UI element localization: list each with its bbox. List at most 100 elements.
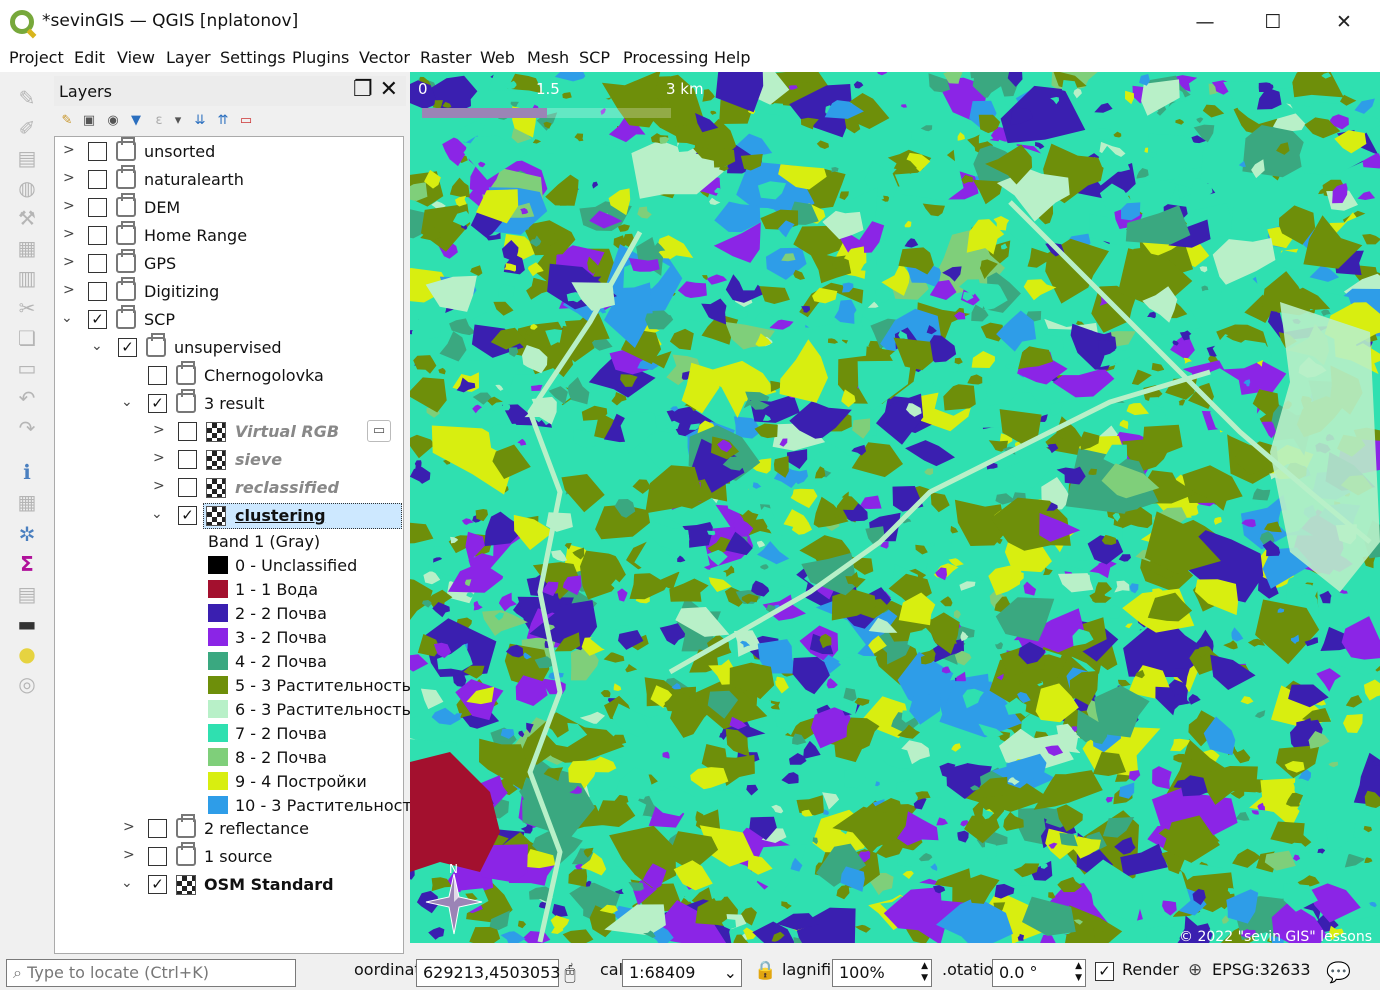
- close-window-button[interactable]: ✕: [1321, 6, 1367, 38]
- tree-row-clustering[interactable]: ⌄ ✓ clustering: [55, 503, 403, 529]
- menu-vector[interactable]: Vector: [359, 48, 410, 67]
- map-tips-icon[interactable]: ◎: [14, 672, 40, 696]
- settings-gear-icon[interactable]: ✲: [14, 522, 40, 546]
- expand-all-icon[interactable]: ⇊: [191, 113, 209, 131]
- scale-combobox[interactable]: 1:68409 ⌄: [622, 959, 742, 987]
- map-canvas[interactable]: 0 1.5 3 km N © 2022 "sevin GIS" lessons: [410, 72, 1380, 943]
- tree-row-chernogolovka[interactable]: Chernogolovka: [55, 361, 403, 389]
- menu-project[interactable]: Project: [9, 48, 64, 67]
- dropdown-icon[interactable]: ▾: [169, 113, 187, 131]
- layer-checkbox[interactable]: [88, 142, 107, 161]
- layer-checkbox[interactable]: [178, 422, 197, 441]
- attribute-table-icon[interactable]: ▦: [14, 490, 40, 514]
- float-panel-icon[interactable]: ❐: [353, 77, 373, 102]
- identify-icon[interactable]: ℹ: [14, 460, 40, 484]
- delete-icon[interactable]: ▥: [14, 266, 40, 290]
- collapse-all-icon[interactable]: ⇈: [214, 113, 232, 131]
- layer-checkbox[interactable]: [88, 198, 107, 217]
- cut-icon[interactable]: ✂: [14, 296, 40, 320]
- chevron-down-icon[interactable]: ⌄: [121, 394, 135, 410]
- layer-checkbox[interactable]: [178, 450, 197, 469]
- layer-checkbox[interactable]: [148, 366, 167, 385]
- spinner-arrows-icon[interactable]: ▲ ▼: [1075, 960, 1082, 984]
- measure-icon[interactable]: ▬: [14, 612, 40, 636]
- layer-checkbox[interactable]: [88, 282, 107, 301]
- menu-layer[interactable]: Layer: [166, 48, 211, 67]
- tree-row-virtual-rgb[interactable]: > Virtual RGB ▭: [55, 419, 403, 445]
- layer-checkbox[interactable]: [178, 478, 197, 497]
- chevron-down-icon[interactable]: ⌄: [61, 310, 75, 326]
- messages-icon[interactable]: 💬: [1326, 960, 1351, 986]
- layer-checkbox[interactable]: [148, 847, 167, 866]
- field-calculator-icon[interactable]: ▤: [14, 582, 40, 606]
- chevron-down-icon[interactable]: ⌄: [91, 338, 105, 354]
- tree-row-osm-standard[interactable]: ⌄ ✓ OSM Standard: [55, 872, 403, 898]
- layer-checkbox[interactable]: [88, 254, 107, 273]
- tree-row-gps[interactable]: > GPS: [55, 249, 403, 277]
- menu-scp[interactable]: SCP: [579, 48, 610, 67]
- remove-layer-icon[interactable]: ▭: [237, 113, 255, 131]
- add-group-icon[interactable]: ▣: [80, 113, 98, 131]
- locator-search-input[interactable]: ⌕ Type to locate (Ctrl+K): [6, 959, 296, 987]
- layer-checkbox[interactable]: ✓: [118, 338, 137, 357]
- chevron-right-icon[interactable]: >: [63, 142, 77, 158]
- menu-processing[interactable]: Processing: [623, 48, 708, 67]
- magnifier-spinbox[interactable]: 100% ▲ ▼: [832, 959, 932, 987]
- globe-icon[interactable]: ⊕: [1188, 960, 1202, 986]
- chevron-down-icon[interactable]: ⌄: [151, 506, 165, 522]
- menu-mesh[interactable]: Mesh: [527, 48, 569, 67]
- render-checkbox[interactable]: ✓: [1095, 962, 1114, 981]
- menu-web[interactable]: Web: [480, 48, 515, 67]
- extents-toggle-icon[interactable]: 🖰: [564, 960, 576, 986]
- tree-row-home-range[interactable]: > Home Range: [55, 221, 403, 249]
- chevron-right-icon[interactable]: >: [63, 198, 77, 214]
- tree-row-source[interactable]: > 1 source: [55, 842, 403, 870]
- pen-icon[interactable]: ✎: [14, 86, 40, 110]
- edit-pencil-icon[interactable]: ✐: [14, 116, 40, 140]
- minimize-button[interactable]: —: [1182, 6, 1228, 38]
- close-panel-icon[interactable]: ✕: [380, 77, 398, 102]
- menu-help[interactable]: Help: [714, 48, 750, 67]
- chevron-right-icon[interactable]: >: [123, 819, 137, 835]
- crs-button[interactable]: EPSG:32633: [1212, 960, 1311, 986]
- manage-map-themes-icon[interactable]: ◉: [104, 113, 122, 131]
- chevron-right-icon[interactable]: >: [63, 170, 77, 186]
- menu-edit[interactable]: Edit: [74, 48, 105, 67]
- layer-checkbox[interactable]: ✓: [178, 506, 197, 525]
- layer-styling-icon[interactable]: ✎: [58, 113, 76, 131]
- statistics-sigma-icon[interactable]: Σ: [14, 552, 40, 576]
- redo-icon[interactable]: ↷: [14, 416, 40, 440]
- layer-checkbox[interactable]: [88, 226, 107, 245]
- coordinate-field[interactable]: 629213,4503053: [416, 959, 560, 987]
- tree-row-digitizing[interactable]: > Digitizing: [55, 277, 403, 305]
- chevron-right-icon[interactable]: >: [153, 478, 167, 494]
- chevron-right-icon[interactable]: >: [63, 226, 77, 242]
- copy-icon[interactable]: ❏: [14, 326, 40, 350]
- menu-raster[interactable]: Raster: [420, 48, 472, 67]
- annotation-icon[interactable]: ●: [14, 642, 40, 666]
- tree-row-unsorted[interactable]: > unsorted: [55, 137, 403, 165]
- tree-row-reclassified[interactable]: > reclassified: [55, 475, 403, 501]
- tree-row-naturalearth[interactable]: > naturalearth: [55, 165, 403, 193]
- modify-attributes-icon[interactable]: ▦: [14, 236, 40, 260]
- maximize-button[interactable]: ☐: [1250, 6, 1296, 38]
- memory-layer-indicator-icon[interactable]: ▭: [367, 420, 391, 442]
- tree-row-scp[interactable]: ⌄ ✓ SCP: [55, 305, 403, 333]
- layer-checkbox[interactable]: [148, 819, 167, 838]
- vertex-tool-icon[interactable]: ⚒: [14, 206, 40, 230]
- rotation-spinbox[interactable]: 0.0 ° ▲ ▼: [992, 959, 1086, 987]
- tree-row-reflectance[interactable]: > 2 reflectance: [55, 814, 403, 842]
- undo-icon[interactable]: ↶: [14, 386, 40, 410]
- add-feature-icon[interactable]: ◍: [14, 176, 40, 200]
- classified-raster-map[interactable]: [410, 72, 1380, 943]
- tree-row-sieve[interactable]: > sieve: [55, 447, 403, 473]
- layer-checkbox[interactable]: ✓: [148, 394, 167, 413]
- layer-checkbox[interactable]: ✓: [148, 875, 167, 894]
- lock-scale-icon[interactable]: 🔒: [754, 960, 776, 986]
- spinner-arrows-icon[interactable]: ▲ ▼: [921, 960, 928, 984]
- chevron-right-icon[interactable]: >: [123, 847, 137, 863]
- menu-plugins[interactable]: Plugins: [292, 48, 349, 67]
- chevron-down-icon[interactable]: ⌄: [724, 963, 737, 982]
- menu-settings[interactable]: Settings: [220, 48, 286, 67]
- chevron-right-icon[interactable]: >: [153, 422, 167, 438]
